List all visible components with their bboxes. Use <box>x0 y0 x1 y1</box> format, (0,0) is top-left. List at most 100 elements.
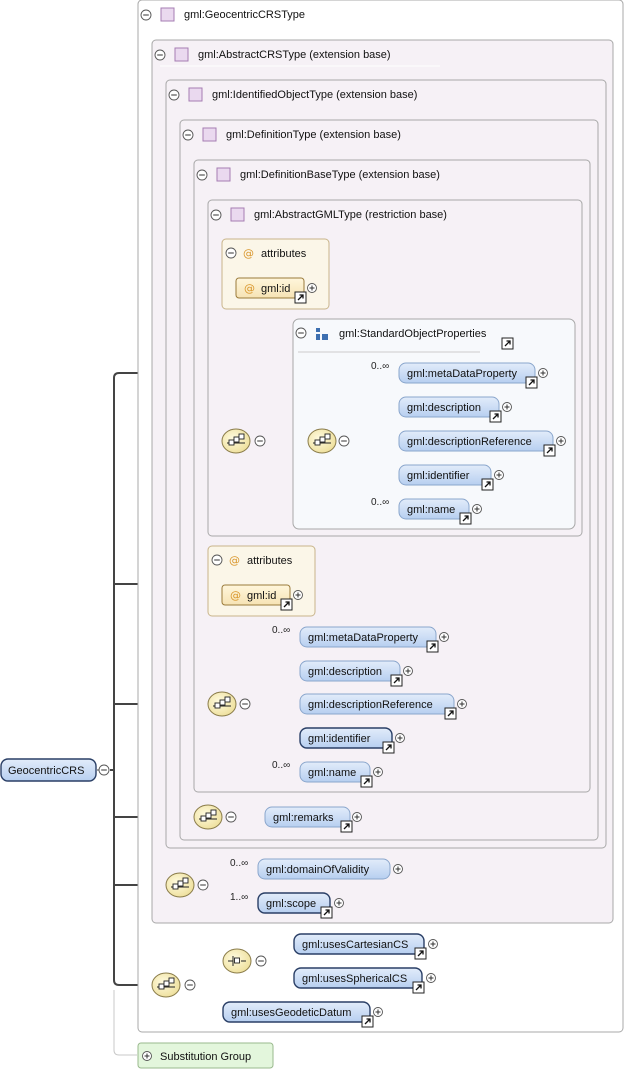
reference-arrow-icon[interactable] <box>294 291 307 304</box>
expand-icon[interactable] <box>334 898 344 908</box>
expand-icon[interactable] <box>307 283 317 293</box>
type-label: gml:GeocentricCRSType <box>184 9 305 21</box>
expand-icon[interactable] <box>538 368 548 378</box>
occurrence-label: 0..∞ <box>371 361 389 372</box>
expand-icon[interactable] <box>352 812 362 822</box>
collapse-icon[interactable] <box>255 955 267 967</box>
sequence-compositor-icon <box>193 804 223 830</box>
reference-arrow-icon[interactable] <box>412 981 425 994</box>
type-label: gml:IdentifiedObjectType (extension base… <box>212 89 417 101</box>
collapse-icon[interactable] <box>196 169 208 181</box>
type-label: gml:DefinitionType (extension base) <box>226 129 401 141</box>
reference-arrow-icon[interactable] <box>390 674 403 687</box>
substitution-group[interactable]: Substitution Group <box>137 1042 274 1069</box>
complex-type-icon <box>230 207 245 222</box>
complex-type-icon <box>160 7 175 22</box>
collapse-icon[interactable] <box>211 554 223 566</box>
attributes-box-definition-base: @ attributes @ gml:id <box>207 545 316 617</box>
expand-icon[interactable] <box>494 470 504 480</box>
reference-arrow-icon[interactable] <box>361 1015 374 1028</box>
collapse-icon[interactable] <box>210 209 222 221</box>
element-name: gml:description <box>308 666 382 678</box>
collapse-icon[interactable] <box>197 879 209 891</box>
element-name: gml:identifier <box>308 733 371 745</box>
collapse-icon[interactable] <box>338 435 350 447</box>
element-name: gml:name <box>407 504 455 516</box>
reference-arrow-icon[interactable] <box>320 906 333 919</box>
occurrence-label: 0..∞ <box>272 760 290 771</box>
reference-arrow-icon[interactable] <box>543 444 556 457</box>
sequence-compositor-icon <box>151 972 181 998</box>
collapse-icon[interactable] <box>182 129 194 141</box>
sequence-compositor-icon <box>165 872 195 898</box>
expand-icon[interactable] <box>373 767 383 777</box>
attributes-label: attributes <box>247 555 293 567</box>
expand-icon[interactable] <box>142 1051 152 1061</box>
expand-icon[interactable] <box>439 632 449 642</box>
reference-arrow-icon[interactable] <box>444 707 457 720</box>
collapse-icon[interactable] <box>154 49 166 61</box>
reference-arrow-icon[interactable] <box>501 337 514 350</box>
group-name: gml:StandardObjectProperties <box>339 328 487 340</box>
reference-arrow-icon[interactable] <box>280 598 293 611</box>
collapse-icon[interactable] <box>140 9 152 21</box>
collapse-icon[interactable] <box>254 435 266 447</box>
element-name: gml:name <box>308 767 356 779</box>
reference-arrow-icon[interactable] <box>360 775 373 788</box>
attributes-box-abstract-gml: @ attributes @ gml:id <box>221 238 330 310</box>
root-element-geocentric-crs[interactable]: GeocentricCRS <box>0 758 97 782</box>
complex-type-icon <box>216 167 231 182</box>
reference-arrow-icon[interactable] <box>414 947 427 960</box>
expand-icon[interactable] <box>293 590 303 600</box>
attribute-icon: @ <box>243 247 254 260</box>
complex-type-icon <box>188 87 203 102</box>
expand-icon[interactable] <box>556 436 566 446</box>
type-label: gml:AbstractGMLType (restriction base) <box>254 209 447 221</box>
collapse-icon[interactable] <box>225 811 237 823</box>
occurrence-label: 0..∞ <box>230 858 248 869</box>
collapse-icon[interactable] <box>98 764 110 776</box>
expand-icon[interactable] <box>502 402 512 412</box>
attributes-label: attributes <box>261 248 307 260</box>
attribute-name: gml:id <box>247 590 276 602</box>
collapse-icon[interactable] <box>239 698 251 710</box>
occurrence-label: 1..∞ <box>230 892 248 903</box>
sequence-compositor-icon <box>221 428 251 454</box>
reference-arrow-icon[interactable] <box>459 512 472 525</box>
element-name: gml:scope <box>266 898 316 910</box>
reference-arrow-icon[interactable] <box>382 741 395 754</box>
expand-icon[interactable] <box>395 733 405 743</box>
element-name: gml:descriptionReference <box>407 436 532 448</box>
reference-arrow-icon[interactable] <box>481 478 494 491</box>
element-name: gml:metaDataProperty <box>308 632 419 644</box>
reference-arrow-icon[interactable] <box>340 820 353 833</box>
group-standard-object-properties: gml:StandardObjectProperties <box>292 318 576 530</box>
expand-icon[interactable] <box>472 504 482 514</box>
expand-icon[interactable] <box>426 973 436 983</box>
element-name: gml:metaDataProperty <box>407 368 518 380</box>
element-name: gml:domainOfValidity <box>266 864 370 876</box>
occurrence-label: 0..∞ <box>272 625 290 636</box>
expand-icon[interactable] <box>457 699 467 709</box>
collapse-icon[interactable] <box>184 979 196 991</box>
expand-icon[interactable] <box>403 666 413 676</box>
element-name: gml:remarks <box>273 812 334 824</box>
attribute-icon: @ <box>230 589 241 602</box>
choice-compositor-icon <box>222 948 252 974</box>
reference-arrow-icon[interactable] <box>525 376 538 389</box>
type-label: gml:AbstractCRSType (extension base) <box>198 49 391 61</box>
expand-icon[interactable] <box>428 939 438 949</box>
expand-icon[interactable] <box>393 864 403 874</box>
collapse-icon[interactable] <box>225 247 237 259</box>
substitution-group-label: Substitution Group <box>160 1051 251 1063</box>
element-name: gml:usesSphericalCS <box>302 973 407 985</box>
type-label: gml:DefinitionBaseType (extension base) <box>240 169 440 181</box>
expand-icon[interactable] <box>373 1007 383 1017</box>
attribute-icon: @ <box>244 282 255 295</box>
collapse-icon[interactable] <box>168 89 180 101</box>
reference-arrow-icon[interactable] <box>489 410 502 423</box>
reference-arrow-icon[interactable] <box>426 640 439 653</box>
element-name: gml:usesCartesianCS <box>302 939 408 951</box>
attribute-icon: @ <box>229 554 240 567</box>
collapse-icon[interactable] <box>295 327 307 339</box>
